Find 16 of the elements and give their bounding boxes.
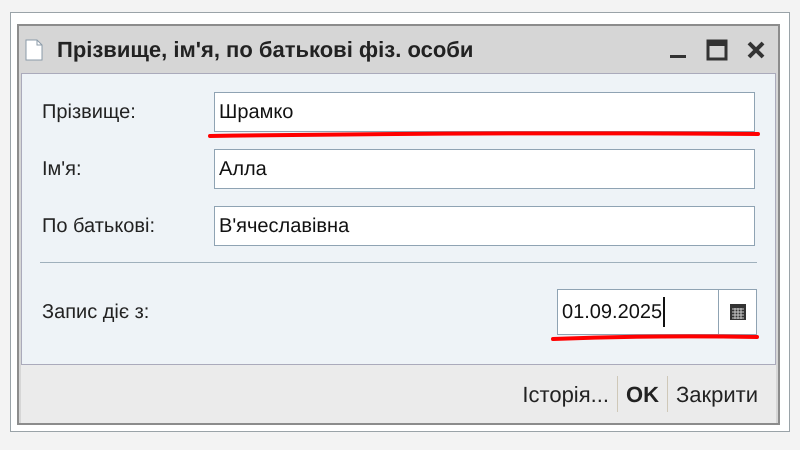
ok-button[interactable]: OK	[618, 374, 667, 414]
field-label: Ім'я:	[42, 157, 83, 182]
field-label: Прізвище:	[42, 100, 137, 125]
maximize-icon[interactable]	[706, 38, 728, 60]
close-icon[interactable]	[746, 40, 766, 60]
dialog-button[interactable]: Закрити	[668, 374, 766, 414]
document-icon	[25, 38, 43, 60]
text-field[interactable]: Шрамко	[214, 92, 755, 132]
date-field[interactable]: 01.09.2025	[557, 289, 757, 335]
field-label: Запис діє з:	[42, 300, 150, 325]
dialog-button[interactable]: Історія...	[514, 374, 617, 414]
window-title: Прізвище, ім'я, по батькові фіз. особи	[57, 36, 474, 64]
text-field[interactable]: Алла	[214, 149, 755, 189]
text-field[interactable]: В'ячеславівна	[214, 206, 755, 246]
calendar-icon[interactable]	[728, 303, 746, 321]
field-label: По батькові:	[42, 214, 156, 239]
